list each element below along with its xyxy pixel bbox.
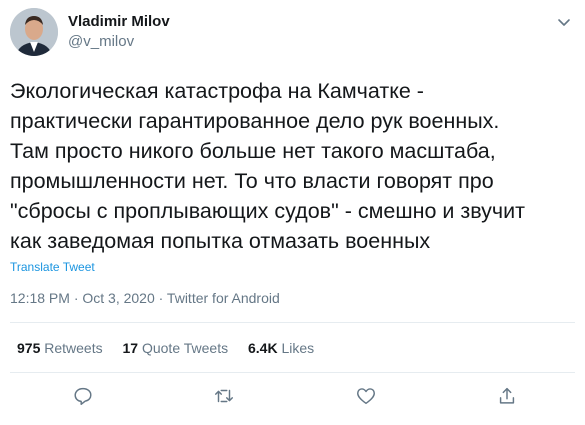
quote-tweets-count: 17 — [122, 340, 139, 356]
tweet-actions — [0, 385, 585, 411]
likes-count: 6.4K — [248, 340, 278, 356]
author-handle[interactable]: @v_milov — [68, 33, 134, 50]
tweet-timestamp[interactable]: 12:18 PM · Oct 3, 2020 · Twitter for And… — [10, 290, 280, 306]
avatar[interactable] — [10, 8, 58, 56]
translate-tweet-link[interactable]: Translate Tweet — [10, 260, 95, 274]
tweet-stats: 975 Retweets 17 Quote Tweets 6.4K Likes — [17, 340, 330, 356]
divider — [10, 372, 575, 373]
tweet-card: Vladimir Milov @v_milov Экологическая ка… — [0, 0, 585, 425]
retweet-icon[interactable] — [213, 385, 235, 407]
quote-tweets-stat[interactable]: 17 Quote Tweets — [123, 340, 229, 356]
quote-tweets-label: Quote Tweets — [141, 340, 229, 356]
author-name[interactable]: Vladimir Milov — [68, 13, 170, 30]
retweets-stat[interactable]: 975 Retweets — [17, 340, 103, 356]
avatar-image — [10, 8, 58, 56]
chevron-down-icon[interactable] — [556, 14, 572, 30]
retweets-count: 975 — [17, 340, 41, 356]
like-icon[interactable] — [355, 385, 377, 407]
likes-label: Likes — [281, 340, 315, 356]
tweet-text: Экологическая катастрофа на Камчатке - п… — [10, 79, 525, 253]
share-icon[interactable] — [496, 385, 518, 407]
divider — [10, 322, 575, 323]
retweets-label: Retweets — [44, 340, 103, 356]
likes-stat[interactable]: 6.4K Likes — [248, 340, 314, 356]
reply-icon[interactable] — [72, 385, 94, 407]
